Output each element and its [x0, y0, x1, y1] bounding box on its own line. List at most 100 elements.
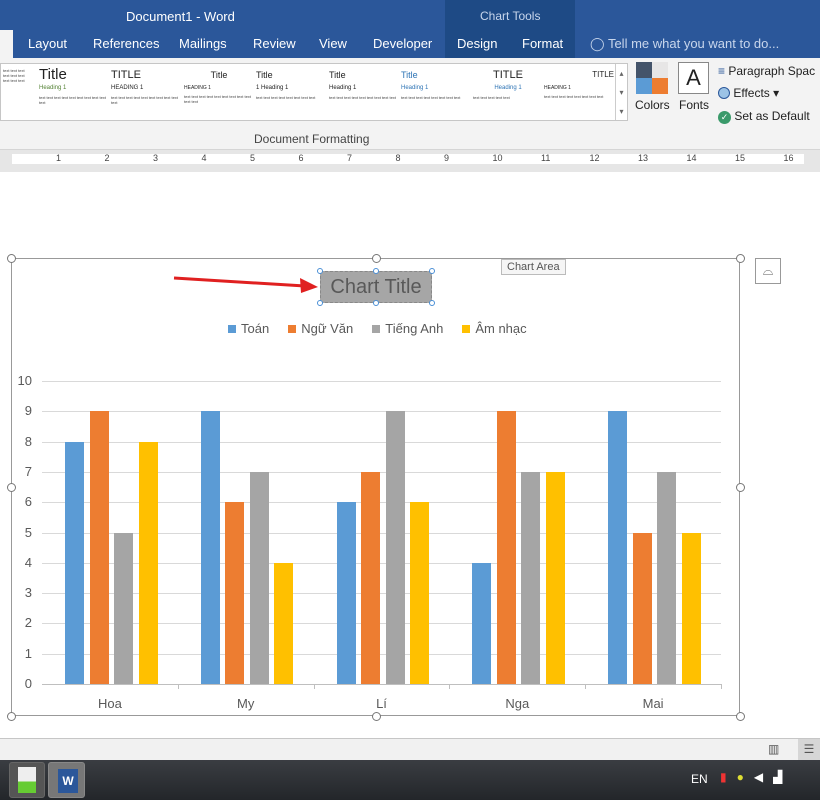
- style-set-item[interactable]: TITLE Heading 1 text text text text text: [473, 68, 543, 118]
- bar-Nga-0[interactable]: [472, 562, 492, 684]
- resize-handle[interactable]: [7, 254, 16, 263]
- ruler-number: 6: [298, 153, 304, 163]
- style-set-item[interactable]: text text text text text text text text …: [3, 68, 31, 118]
- title-handle[interactable]: [317, 300, 323, 306]
- resize-handle[interactable]: [736, 483, 745, 492]
- tab-format[interactable]: Format: [522, 36, 563, 51]
- legend-entry[interactable]: Âm nhạc: [462, 321, 527, 336]
- taskbar-notepad-app[interactable]: [9, 762, 45, 798]
- ruler-number: 1: [56, 153, 62, 163]
- volume-icon: ◀: [753, 770, 774, 784]
- legend-entry[interactable]: Tiếng Anh: [372, 321, 443, 336]
- tab-developer[interactable]: Developer: [373, 36, 432, 51]
- ruler-number: 10: [492, 153, 503, 163]
- bar-My-3[interactable]: [274, 562, 294, 684]
- resize-handle[interactable]: [371, 254, 381, 263]
- bar-Hoa-3[interactable]: [138, 441, 158, 684]
- bar-Nga-2[interactable]: [521, 471, 541, 684]
- bar-Mai-2[interactable]: [657, 471, 677, 684]
- taskbar: W EN ▮●◀▟: [0, 760, 820, 800]
- paragraph-spacing-label: Paragraph Spac: [728, 64, 816, 78]
- bar-My-1[interactable]: [225, 502, 245, 684]
- taskbar-word-app[interactable]: W: [48, 762, 85, 798]
- style-set-item[interactable]: Title 1 Heading 1 text text text text text…: [256, 68, 326, 118]
- title-bar: Document1 - Word Chart Tools Layout Refe…: [0, 0, 820, 58]
- bar-Hoa-2[interactable]: [114, 532, 133, 684]
- home-tab-edge[interactable]: [0, 30, 13, 58]
- title-handle[interactable]: [373, 268, 379, 274]
- bar-Lí-3[interactable]: [410, 502, 430, 684]
- set-default-label: Set as Default: [734, 109, 810, 123]
- style-set-item[interactable]: Title Heading 1 text text text text text t…: [329, 68, 399, 118]
- y-tick-label: 4: [24, 554, 32, 570]
- set-default-button[interactable]: ✓ Set as Default: [718, 109, 810, 124]
- layout-options-icon[interactable]: ⌓: [755, 258, 781, 284]
- title-handle[interactable]: [373, 300, 379, 306]
- x-tick: [721, 684, 722, 689]
- bar-My-0[interactable]: [200, 411, 220, 684]
- language-indicator[interactable]: EN: [691, 772, 708, 786]
- ruler-number: 2: [104, 153, 110, 163]
- tell-me-text: Tell me what you want to do...: [607, 36, 780, 51]
- y-tick-label: 6: [24, 494, 32, 510]
- resize-handle[interactable]: [371, 712, 381, 721]
- y-tick-label: 3: [24, 585, 32, 601]
- fonts-button[interactable]: Fonts: [679, 98, 709, 112]
- style-set-item[interactable]: Title Heading 1 text text text text text t…: [39, 68, 109, 118]
- title-handle[interactable]: [429, 300, 435, 306]
- chart-legend[interactable]: Toán Ngữ Văn Tiếng Anh Âm nhạc: [228, 321, 527, 336]
- ruler-number: 12: [589, 153, 600, 163]
- title-handle[interactable]: [429, 268, 435, 274]
- style-set-item[interactable]: TITLE HEADING 1 text text text text text t…: [544, 68, 614, 118]
- resize-handle[interactable]: [7, 712, 16, 721]
- red-arrow-annotation: [173, 276, 318, 293]
- tab-design[interactable]: Design: [457, 36, 497, 51]
- bar-Mai-0[interactable]: [608, 411, 628, 684]
- effects-button[interactable]: Effects ▾: [718, 86, 779, 100]
- bar-Nga-1[interactable]: [496, 411, 516, 684]
- style-set-item[interactable]: Title Heading 1 text text text text text t…: [401, 68, 471, 118]
- bar-Lí-2[interactable]: [385, 411, 405, 684]
- gallery-scroll[interactable]: ▴ ▾ ▾: [615, 64, 627, 120]
- tab-review[interactable]: Review: [253, 36, 296, 51]
- colors-icon: [636, 62, 668, 94]
- resize-handle[interactable]: [736, 712, 745, 721]
- tell-me-box[interactable]: ◯ Tell me what you want to do...: [590, 36, 779, 52]
- system-tray-icons[interactable]: ▮●◀▟: [720, 770, 792, 784]
- bar-Lí-1[interactable]: [361, 471, 381, 684]
- print-layout-icon[interactable]: ☰: [798, 739, 820, 760]
- style-set-item[interactable]: TITLE HEADING 1 text text text text text t…: [111, 68, 181, 118]
- tab-mailings[interactable]: Mailings: [179, 36, 227, 51]
- legend-label: Âm nhạc: [475, 321, 527, 336]
- paragraph-spacing-button[interactable]: ≡ Paragraph Spac: [718, 64, 815, 78]
- colors-button[interactable]: Colors: [635, 98, 670, 112]
- ruler-number: 3: [153, 153, 159, 163]
- bar-Nga-3[interactable]: [545, 471, 565, 684]
- resize-handle[interactable]: [736, 254, 745, 263]
- resize-handle[interactable]: [7, 483, 16, 492]
- chart-title[interactable]: Chart Title: [320, 271, 432, 303]
- legend-entry[interactable]: Ngữ Văn: [288, 321, 353, 336]
- read-mode-icon[interactable]: ▥: [768, 742, 779, 756]
- ruler-number: 9: [444, 153, 450, 163]
- bar-Mai-3[interactable]: [681, 532, 701, 684]
- bar-Hoa-1[interactable]: [89, 411, 109, 684]
- ruler-number: 11: [541, 153, 551, 163]
- chart-area[interactable]: Chart Area Chart Title Toán Ngữ Văn Tiếng …: [7, 254, 745, 721]
- style-set-item[interactable]: Title HEADING 1 text text text text text t…: [184, 68, 254, 118]
- x-tick: [177, 684, 179, 689]
- ruler-number: 16: [783, 153, 794, 163]
- bar-Mai-1[interactable]: [632, 532, 652, 684]
- bar-My-2[interactable]: [249, 471, 269, 684]
- gridline: [42, 684, 721, 685]
- x-tick-label: Lí: [376, 696, 387, 711]
- ruler-number: 8: [395, 153, 401, 163]
- bar-Hoa-0[interactable]: [65, 441, 84, 684]
- document-page: Chart Area Chart Title Toán Ngữ Văn Tiếng …: [0, 172, 820, 738]
- legend-entry[interactable]: Toán: [228, 321, 269, 336]
- y-tick-label: 2: [24, 615, 32, 631]
- tab-view[interactable]: View: [319, 36, 347, 51]
- bar-Lí-0[interactable]: [336, 502, 356, 684]
- tab-references[interactable]: References: [93, 36, 159, 51]
- tab-layout[interactable]: Layout: [28, 36, 67, 51]
